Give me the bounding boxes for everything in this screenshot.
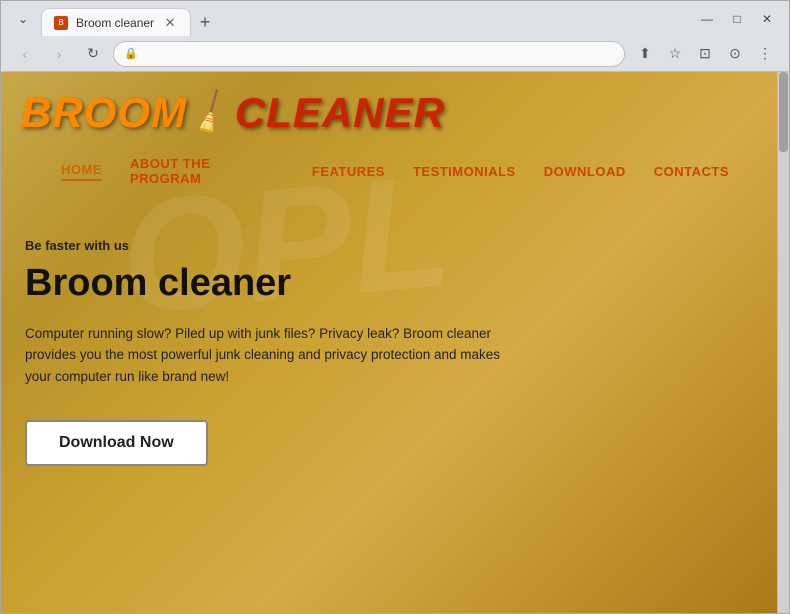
nav-contacts[interactable]: CONTACTS — [654, 164, 729, 179]
browser-frame: ⌄ B Broom cleaner ✕ + — □ ✕ ‹ › ↻ 🔒 — [0, 0, 790, 614]
main-content: Be faster with us Broom cleaner Computer… — [1, 198, 789, 486]
logo-cleaner-text: CLEANER — [235, 92, 445, 134]
share-button[interactable]: ⬆ — [631, 40, 659, 68]
tab-list-btn[interactable]: ⌄ — [9, 5, 37, 33]
logo-broom-text: BROOM — [21, 92, 187, 134]
hero-description: Computer running slow? Piled up with jun… — [25, 323, 505, 388]
nav-home[interactable]: HOME — [61, 162, 102, 181]
close-button[interactable]: ✕ — [753, 5, 781, 33]
tab-bar: B Broom cleaner ✕ + — [41, 1, 689, 36]
new-tab-button[interactable]: + — [191, 8, 219, 36]
tab-close-btn[interactable]: ✕ — [162, 15, 178, 31]
hero-title: Broom cleaner — [25, 263, 765, 305]
scrollbar[interactable] — [777, 72, 789, 613]
forward-button[interactable]: › — [45, 40, 73, 68]
menu-button[interactable]: ⋮ — [751, 40, 779, 68]
site-header: BROOM 🧹 CLEANER — [1, 72, 789, 144]
nav-download[interactable]: DOWNLOAD — [544, 164, 626, 179]
scrollbar-thumb[interactable] — [779, 72, 788, 152]
active-tab[interactable]: B Broom cleaner ✕ — [41, 8, 191, 36]
bookmark-button[interactable]: ☆ — [661, 40, 689, 68]
back-button[interactable]: ‹ — [11, 40, 39, 68]
profile-button[interactable]: ⊙ — [721, 40, 749, 68]
logo-area: BROOM 🧹 CLEANER — [21, 92, 769, 134]
minimize-button[interactable]: — — [693, 5, 721, 33]
title-bar: ⌄ B Broom cleaner ✕ + — □ ✕ — [1, 1, 789, 36]
address-bar: ‹ › ↻ 🔒 ⬆ ☆ ⊡ ⊙ ⋮ — [1, 36, 789, 72]
webpage: OPL BROOM 🧹 CLEANER HOME ABOUT THE PROGR… — [1, 72, 789, 613]
chevron-area: ⌄ — [9, 5, 37, 33]
tab-title: Broom cleaner — [76, 16, 154, 30]
window-controls: — □ ✕ — [693, 5, 781, 33]
maximize-button[interactable]: □ — [723, 5, 751, 33]
lock-icon: 🔒 — [124, 47, 138, 60]
split-view-button[interactable]: ⊡ — [691, 40, 719, 68]
download-button[interactable]: Download Now — [25, 420, 208, 466]
address-actions: ⬆ ☆ ⊡ ⊙ ⋮ — [631, 40, 779, 68]
tab-favicon: B — [54, 16, 68, 30]
tagline: Be faster with us — [25, 238, 765, 253]
reload-button[interactable]: ↻ — [79, 40, 107, 68]
url-bar[interactable]: 🔒 — [113, 41, 625, 67]
broom-icon: 🧹 — [184, 87, 238, 140]
